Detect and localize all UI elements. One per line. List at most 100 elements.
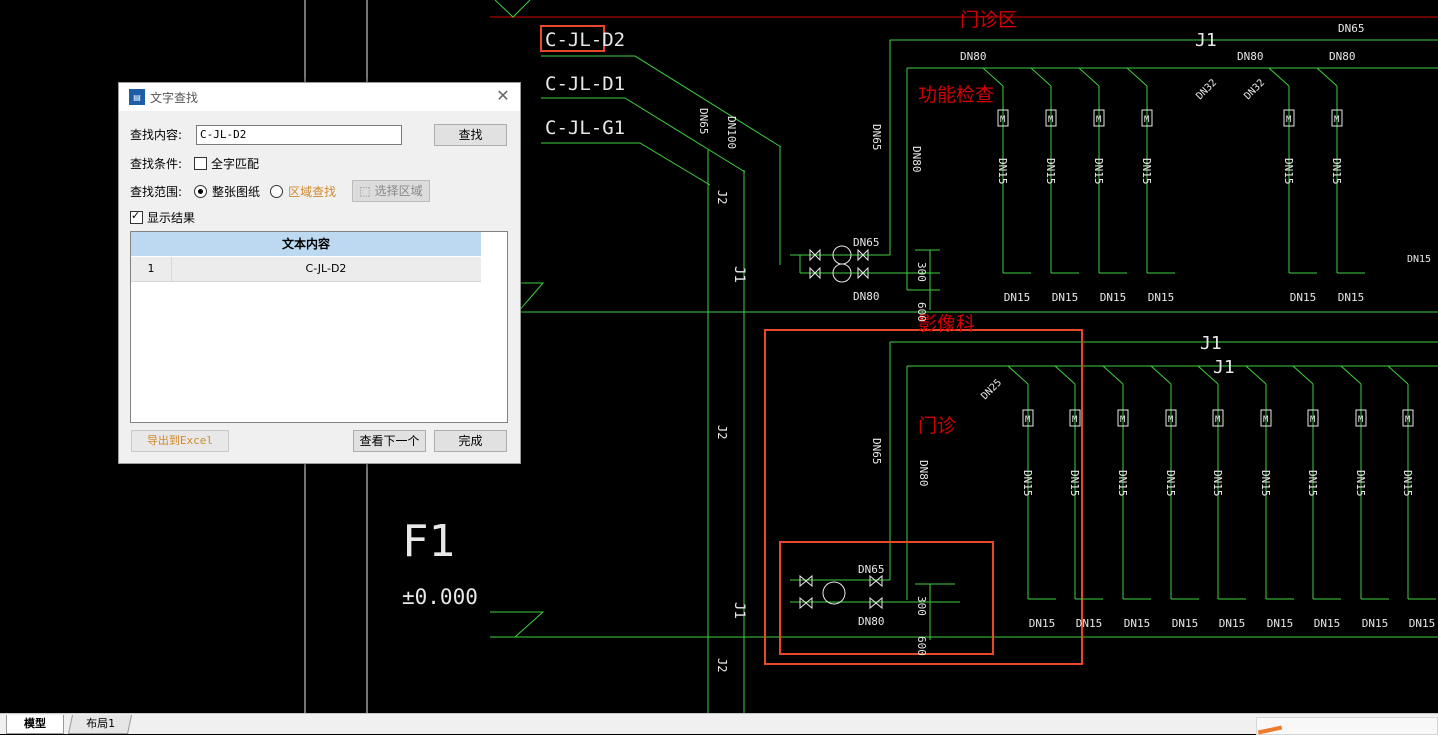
- riser-label: J2: [715, 190, 729, 204]
- close-icon[interactable]: ✕: [494, 87, 512, 105]
- tab-layout1[interactable]: 布局1: [67, 715, 133, 734]
- valve-label: M: [1096, 115, 1102, 125]
- dialog-titlebar[interactable]: ▤ 文字查找 ✕: [119, 83, 520, 111]
- branch-pipe: [1030, 67, 1052, 87]
- row-index: 1: [131, 257, 172, 281]
- branch-pipe: [1150, 365, 1172, 385]
- tab-model[interactable]: 模型: [6, 715, 64, 734]
- valve-label: M: [1072, 415, 1078, 425]
- dim-label: DN15: [1267, 617, 1294, 630]
- dim-label: DN65: [853, 236, 880, 249]
- results-header: 文本内容: [131, 232, 481, 256]
- dim-label: DN15: [1172, 617, 1199, 630]
- dim-label: DN80: [1329, 50, 1356, 63]
- dim-label: DN15: [1068, 470, 1081, 497]
- elevation-label: ±0.000: [402, 585, 478, 609]
- pipe-tag: C-JL-D1: [545, 73, 625, 95]
- valve-label: M: [1405, 415, 1411, 425]
- pipe-tag: C-JL-G1: [545, 117, 625, 139]
- pipe-tag: J1: [1213, 357, 1235, 378]
- scope-whole-drawing-label: 整张图纸: [212, 185, 261, 199]
- done-button[interactable]: 完成: [434, 430, 507, 452]
- riser-label: J2: [715, 425, 729, 439]
- show-results-label: 显示结果: [147, 211, 196, 225]
- dim-label: DN15: [1306, 470, 1319, 497]
- branch-pipe: [1340, 365, 1362, 385]
- text-find-dialog[interactable]: ▤ 文字查找 ✕ 查找内容: C-JL-D2 查找 查找条件: 全字匹配 查找范…: [118, 82, 521, 464]
- dim-label: DN15: [1029, 617, 1056, 630]
- dim-label: DN15: [1124, 617, 1151, 630]
- search-scope-label: 查找范围:: [130, 185, 183, 199]
- next-result-button[interactable]: 查看下一个: [353, 430, 426, 452]
- tab-layout1-label: 布局1: [85, 717, 115, 730]
- dim-label: DN15: [1219, 617, 1246, 630]
- dim-label: DN65: [697, 108, 710, 135]
- dim-label: DN15: [1052, 291, 1079, 304]
- dim-label: DN15: [1409, 617, 1436, 630]
- dim-label: DN15: [1259, 470, 1272, 497]
- dim-label: DN80: [910, 146, 923, 173]
- dim-label: DN15: [1004, 291, 1031, 304]
- dim-label: DN15: [1330, 158, 1343, 185]
- room-label: 门诊区: [960, 9, 1017, 31]
- dim-label: DN15: [1092, 158, 1105, 185]
- table-row[interactable]: 1 C-JL-D2: [131, 257, 481, 282]
- valve-label: M: [1310, 415, 1316, 425]
- dim-label: DN15: [1044, 158, 1057, 185]
- riser-label: J1: [731, 266, 747, 283]
- dim-label: DN15: [1116, 470, 1129, 497]
- dim-label: DN15: [1362, 617, 1389, 630]
- dim-label: DN15: [1140, 158, 1153, 185]
- dim-label: 600: [915, 302, 928, 322]
- valve-label: M: [1025, 415, 1031, 425]
- find-button[interactable]: 查找: [434, 124, 507, 146]
- branch-pipe: [1007, 365, 1029, 385]
- dim-label: 300: [915, 596, 928, 616]
- branch-pipe: [1268, 67, 1290, 87]
- dim-label: DN100: [725, 116, 738, 149]
- dim-label: DN80: [960, 50, 987, 63]
- dim-label: DN15: [1407, 254, 1431, 265]
- dim-label: DN15: [1100, 291, 1127, 304]
- dim-label: DN25: [979, 377, 1004, 402]
- cad-app-icon: ▤: [129, 89, 145, 105]
- scope-whole-drawing-radio[interactable]: [194, 185, 208, 198]
- dim-label: DN15: [996, 158, 1009, 185]
- branch-pipe: [1078, 67, 1100, 87]
- whole-word-checkbox[interactable]: [194, 157, 208, 170]
- riser-label: J1: [731, 602, 747, 619]
- dim-label: 600: [915, 636, 928, 656]
- valve-label: M: [1286, 115, 1292, 125]
- dim-label: DN15: [1290, 291, 1317, 304]
- export-excel-button[interactable]: 导出到Excel: [131, 430, 229, 452]
- select-area-label: 选择区域: [374, 184, 423, 198]
- dim-label: DN15: [1338, 291, 1365, 304]
- pipe-tag: J1: [1200, 333, 1222, 354]
- floor-label: F1: [402, 516, 455, 567]
- scope-region-radio[interactable]: [270, 185, 284, 198]
- riser-label: J2: [715, 658, 729, 672]
- dialog-title: 文字查找: [150, 90, 199, 105]
- dim-label: 300: [915, 262, 928, 282]
- whole-word-label: 全字匹配: [211, 157, 260, 171]
- layout-tab-bar: 模型 布局1: [0, 713, 1438, 735]
- dim-label: DN32: [1242, 77, 1267, 102]
- select-area-button[interactable]: ⬚ 选择区域: [352, 180, 430, 202]
- valve-label: M: [1000, 115, 1006, 125]
- branch-pipe: [1316, 67, 1338, 87]
- search-input[interactable]: C-JL-D2: [196, 125, 402, 145]
- dim-label: DN15: [1401, 470, 1414, 497]
- valve-label: M: [1048, 115, 1054, 125]
- valve-label: M: [1215, 415, 1221, 425]
- valve-label: M: [1144, 115, 1150, 125]
- dim-label: DN80: [853, 290, 880, 303]
- room-label: 门诊: [918, 415, 956, 437]
- command-line[interactable]: [1256, 717, 1438, 735]
- dim-label: DN15: [1164, 470, 1177, 497]
- show-results-checkbox[interactable]: [130, 209, 143, 224]
- branch-pipe: [1245, 365, 1267, 385]
- results-table[interactable]: 文本内容 1 C-JL-D2: [130, 231, 508, 423]
- dim-label: DN15: [1148, 291, 1175, 304]
- dim-label: DN15: [1314, 617, 1341, 630]
- dim-label: DN15: [1076, 617, 1103, 630]
